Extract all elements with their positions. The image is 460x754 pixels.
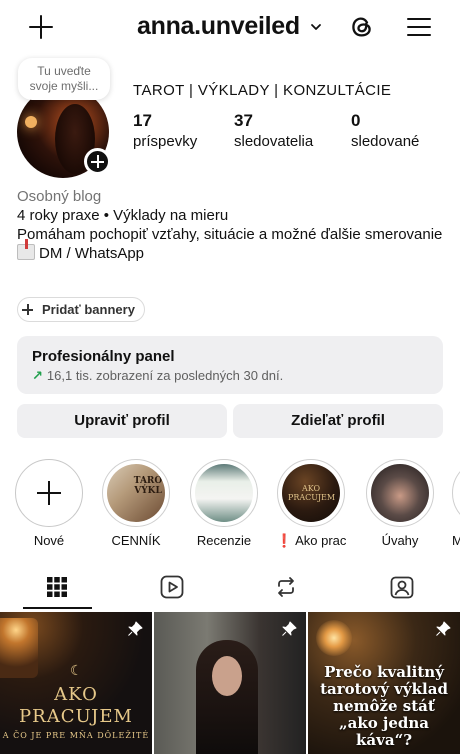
pro-panel-stat: 16,1 tis. zobrazení za posledných 30 dní…	[46, 368, 284, 383]
share-profile-button[interactable]: Zdieľať profil	[233, 404, 443, 438]
stat-followers-label: sledovatelia	[234, 133, 314, 150]
tab-reels[interactable]	[126, 566, 218, 610]
stat-posts-value: 17	[133, 111, 152, 130]
post-title: Prečo kvalitný tarotový výklad nemôže st…	[320, 663, 448, 749]
candle-image	[0, 618, 38, 678]
username-switcher[interactable]: anna.unveiled	[137, 12, 300, 41]
profile-headline: TAROT | VÝKLADY | KONZULTÁCIE	[133, 82, 392, 99]
post-title: AKO PRACUJEM	[19, 684, 133, 727]
tab-tagged[interactable]	[356, 566, 448, 610]
stat-following-label: sledované	[351, 133, 420, 150]
bio-contact: DM / WhatsApp	[39, 245, 145, 262]
bio-category: Osobný blog	[17, 188, 102, 205]
post-subtitle: A ČO JE PRE MŇA DÔLEŽITÉ	[2, 731, 150, 740]
post-tile[interactable]: ☾ AKO PRACUJEM A ČO JE PRE MŇA DÔLEŽITÉ	[0, 612, 152, 754]
grid-icon	[47, 577, 67, 597]
bio-line: 4 roky praxe • Výklady na mieru	[17, 207, 229, 224]
moon-icon: ☾	[70, 662, 83, 678]
pro-panel-stat-row: ↗ 16,1 tis. zobrazení za posledných 30 dn…	[32, 368, 428, 384]
tab-posts-grid[interactable]	[11, 566, 103, 610]
stat-followers-value: 37	[234, 111, 253, 130]
stat-followers[interactable]: 37 sledovatelia	[234, 111, 313, 150]
stat-following[interactable]: 0 sledované	[351, 111, 419, 150]
chevron-down-icon[interactable]	[310, 21, 322, 33]
highlight-uvahy[interactable]: Úvahy	[365, 459, 435, 548]
edit-profile-button[interactable]: Upraviť profil	[17, 404, 227, 438]
post-tile[interactable]: Prečo kvalitný tarotový výklad nemôže st…	[308, 612, 460, 754]
pin-icon	[282, 621, 297, 636]
active-tab-indicator	[23, 607, 92, 609]
reels-icon	[160, 575, 184, 599]
professional-dashboard[interactable]: Profesionálny panel ↗ 16,1 tis. zobrazení…	[17, 336, 443, 394]
trend-up-icon: ↗	[32, 368, 43, 383]
post-tile[interactable]	[154, 612, 306, 754]
top-bar: anna.unveiled	[0, 0, 460, 56]
add-banners-button[interactable]: Pridať bannery	[17, 297, 145, 322]
stat-posts[interactable]: 17 príspevky	[133, 111, 197, 150]
stat-posts-label: príspevky	[133, 133, 198, 150]
highlight-label: M	[452, 533, 460, 548]
hamburger-menu-icon[interactable]	[407, 16, 433, 38]
bio-line: Pomáham pochopiť vzťahy, situácie a možn…	[17, 226, 443, 243]
pro-panel-title: Profesionálny panel	[32, 348, 175, 365]
highlight-partial[interactable]: M	[452, 459, 460, 548]
stat-following-value: 0	[351, 111, 361, 130]
note-bubble[interactable]: Tu uveďte svoje myšli...	[18, 58, 110, 100]
person-face	[212, 656, 242, 696]
candle-glow	[25, 116, 37, 128]
reposts-icon	[278, 577, 294, 597]
highlight-label: Nové	[33, 533, 65, 548]
profile-tabs	[0, 566, 460, 610]
add-story-button[interactable]	[84, 148, 111, 175]
threads-icon[interactable]	[348, 13, 376, 41]
plus-icon	[36, 480, 62, 506]
note-text: Tu uveďte svoje myšli...	[29, 64, 99, 93]
highlight-ako-pracujem[interactable]: AKO PRACUJEM ❗ Ako prac...	[276, 459, 346, 549]
bio-contact-row: DM / WhatsApp	[17, 239, 443, 263]
highlight-label: ❗ Ako prac...	[276, 533, 346, 548]
highlight-ako-art: AKO PRACUJEM	[288, 484, 336, 502]
highlight-new[interactable]: Nové	[14, 459, 84, 548]
posts-grid: ☾ AKO PRACUJEM A ČO JE PRE MŇA DÔLEŽITÉ …	[0, 612, 460, 754]
highlight-label: Úvahy	[381, 533, 419, 548]
tagged-icon	[390, 576, 414, 599]
mailbox-icon	[17, 239, 35, 260]
tab-reposts[interactable]	[240, 566, 332, 610]
candle-image	[316, 620, 352, 656]
highlight-label: Recenzie	[196, 533, 252, 548]
pin-icon	[436, 621, 451, 636]
highlight-cennik-art: TARO VÝKL	[133, 476, 163, 496]
highlight-label: CENNÍK	[111, 533, 161, 548]
highlight-cennik[interactable]: TARO VÝKL CENNÍK	[101, 459, 171, 548]
bio: Osobný blog 4 roky praxe • Výklady na mi…	[17, 187, 443, 263]
pin-icon	[128, 621, 143, 636]
plus-icon[interactable]	[26, 12, 56, 42]
highlight-recenzie[interactable]: Recenzie	[189, 459, 259, 548]
